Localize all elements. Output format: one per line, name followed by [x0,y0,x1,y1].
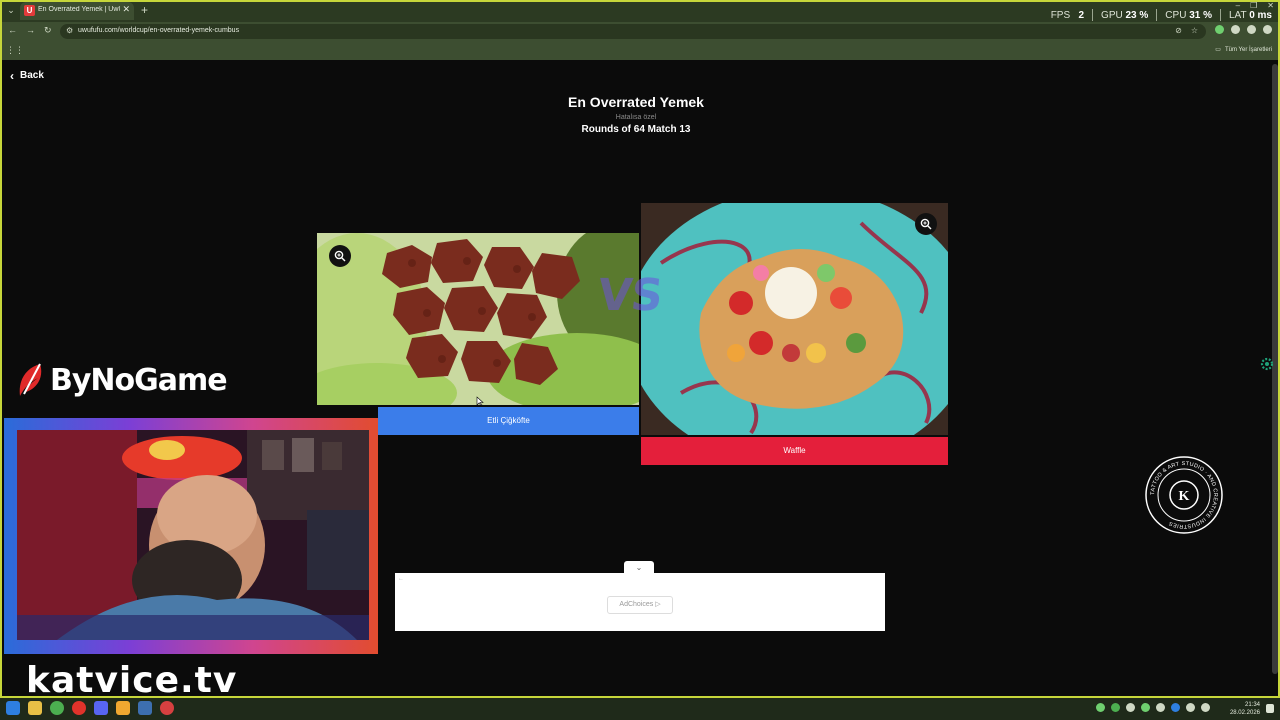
studio-stamp-logo: K TATTOO & ART STUDIO · AND CREATIVE IND… [1145,456,1223,534]
ad-banner: ← AdChoices ▷ [395,573,885,631]
candidate-image-right[interactable] [641,203,948,435]
site-info-icon[interactable]: ⚙ [66,26,73,35]
candidate-right-button[interactable]: Waffle [641,437,948,465]
zoom-in-icon[interactable] [915,213,937,235]
obs-icon[interactable] [160,701,174,715]
os-taskbar: 21:34 28.02.2026 [0,698,1280,720]
back-arrow-icon[interactable]: ← [8,25,17,35]
lat-readout: LAT 0 ms [1229,9,1272,21]
tab-search-icon[interactable]: ⌄ [4,3,18,17]
webcam-feed [17,430,369,640]
chrome-icon[interactable] [50,701,64,715]
opera-icon[interactable] [72,701,86,715]
minimize-icon[interactable]: – [1236,1,1240,10]
tray-icon[interactable] [1126,703,1135,712]
candidate-left-button[interactable]: Etli Çiğköfte [378,407,639,435]
shield-icon[interactable] [1231,25,1240,34]
chevron-left-icon: ‹ [10,68,14,83]
folder-icon: ▭ [1215,47,1221,53]
bookmarks-bar: ⋮⋮ ▭ Tüm Yer İşaretleri [0,41,1280,60]
tab-bar: ⌄ U En Overrated Yemek | UwUFUFU ✕ + FPS… [0,0,1280,22]
vs-label: VS [595,270,665,321]
tab-favicon-icon: U [24,5,35,16]
new-tab-icon[interactable]: + [141,3,148,17]
cpu-readout: CPU 31 % [1165,9,1212,21]
round-label: Rounds of 64 Match 13 [581,124,691,135]
address-bar-row: ← → ↻ ⚙ uwufufu.com/worldcup/en-overrate… [0,22,1280,41]
svg-text:K: K [1179,489,1190,504]
page-title: En Overrated Yemek [568,94,704,110]
tray-icon[interactable] [1111,703,1120,712]
puzzle-icon[interactable] [1247,25,1256,34]
candidate-image-left[interactable] [317,233,639,405]
notification-icon[interactable] [1266,704,1274,713]
extension-gear-icon[interactable] [1259,356,1275,372]
taskbar-apps [6,701,174,715]
forward-arrow-icon[interactable]: → [26,25,35,35]
eye-off-icon[interactable]: ⊘ [1175,26,1182,35]
channel-watermark: katvice.tv [26,660,238,701]
bynogame-logo: ByNoGame [16,362,228,398]
taskbar-clock[interactable]: 21:34 28.02.2026 [1230,701,1260,717]
tray-icon[interactable] [1096,703,1105,712]
back-button[interactable]: ‹ Back [10,68,44,83]
url-field[interactable]: ⚙ uwufufu.com/worldcup/en-overrated-yeme… [60,24,1206,39]
webcam-overlay [4,418,378,654]
tray-icon[interactable] [1171,703,1180,712]
tray-icon[interactable] [1141,703,1150,712]
waffle-photo [641,203,948,435]
settings-app-icon[interactable] [138,701,152,715]
app-icon[interactable] [116,701,130,715]
zoom-in-icon[interactable] [329,245,351,267]
tray-icon[interactable] [1156,703,1165,712]
restore-icon[interactable]: ❐ [1250,1,1257,10]
scrollbar[interactable] [1272,62,1278,690]
feather-logo-icon [19,363,42,396]
start-windows-icon[interactable] [6,701,20,715]
adchoices-button[interactable]: AdChoices ▷ [607,596,673,614]
page-subtitle: Hatalısa özel [615,114,657,121]
url-text: uwufufu.com/worldcup/en-overrated-yemek-… [78,27,240,34]
tab-title: En Overrated Yemek | UwUFUFU [38,6,120,13]
extension-icon[interactable] [1215,25,1224,34]
window-controls: – ❐ ✕ [1236,1,1274,10]
apps-grid-icon[interactable]: ⋮⋮ [6,45,24,56]
file-explorer-icon[interactable] [28,701,42,715]
volume-icon[interactable] [1201,703,1210,712]
ad-close-icon[interactable]: ← [398,576,404,582]
wifi-icon[interactable] [1186,703,1195,712]
browser-tab[interactable]: U En Overrated Yemek | UwUFUFU ✕ [20,2,134,20]
extensions-area [1215,25,1272,34]
reload-icon[interactable]: ↻ [44,25,52,36]
perf-overlay: FPS 2 GPU 23 % CPU 31 % LAT 0 ms [1051,9,1272,21]
window-close-icon[interactable]: ✕ [1267,1,1274,10]
cigkofte-photo [317,233,639,405]
tab-close-icon[interactable]: ✕ [122,4,130,15]
profile-avatar-icon[interactable] [1263,25,1272,34]
all-bookmarks-button[interactable]: ▭ Tüm Yer İşaretleri [1215,46,1272,54]
discord-icon[interactable] [94,701,108,715]
fps-readout: FPS 2 [1050,9,1085,21]
bookmark-star-icon[interactable]: ☆ [1191,26,1198,35]
mouse-cursor-icon [476,396,484,406]
gpu-readout: GPU 23 % [1101,9,1149,21]
system-tray [1096,703,1210,712]
match-header: En Overrated Yemek Hatalısa özel Rounds … [0,94,1272,135]
